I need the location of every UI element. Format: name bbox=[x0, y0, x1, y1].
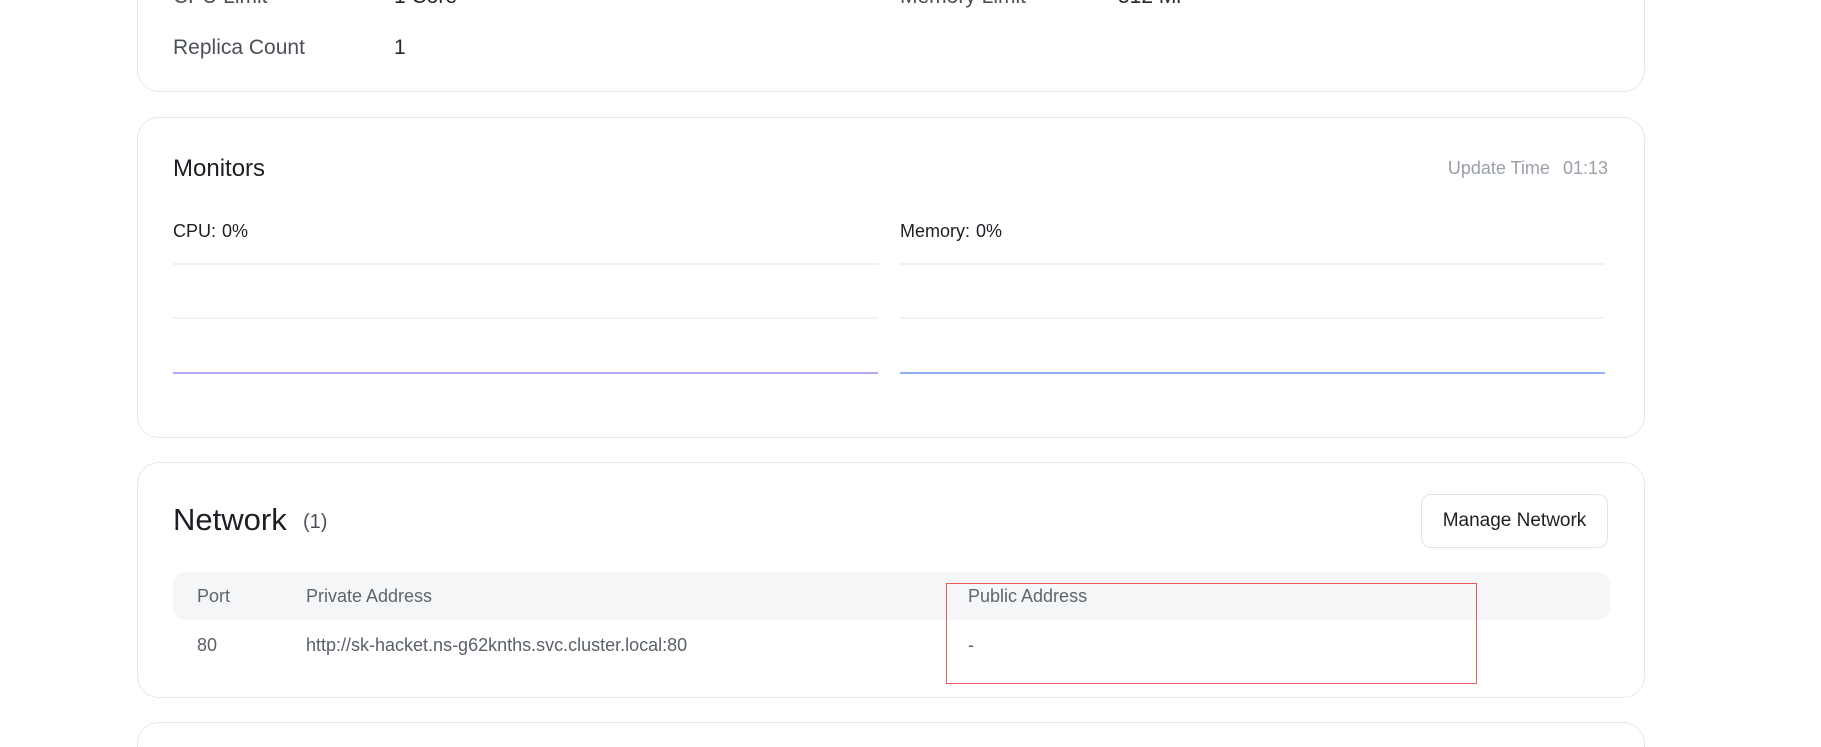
memory-limit-label: Memory Limit bbox=[900, 0, 1026, 9]
cpu-chart-svg bbox=[173, 263, 878, 374]
network-count: (1) bbox=[303, 511, 328, 533]
update-time-label: Update Time bbox=[1447, 158, 1550, 178]
cpu-chart bbox=[173, 263, 878, 375]
network-title: Network bbox=[173, 502, 287, 537]
replica-count-label: Replica Count bbox=[173, 36, 305, 59]
update-time: Update Time 01:13 bbox=[1448, 158, 1608, 179]
memory-metric-label: Memory: 0% bbox=[900, 221, 1002, 242]
column-port: Port bbox=[197, 586, 231, 606]
cpu-label: CPU: bbox=[173, 221, 217, 241]
manage-network-button[interactable]: Manage Network bbox=[1421, 494, 1608, 548]
details-card: CPU Limit 1 Core Memory Limit 512 Mi Rep… bbox=[137, 0, 1645, 92]
memory-chart-svg bbox=[900, 263, 1605, 374]
highlight-box bbox=[946, 583, 1477, 684]
memory-chart bbox=[900, 263, 1605, 375]
cpu-value: 0% bbox=[222, 221, 249, 241]
cpu-metric-label: CPU: 0% bbox=[173, 221, 248, 242]
cpu-limit-label: CPU Limit bbox=[173, 0, 268, 9]
row-port: 80 bbox=[197, 635, 218, 655]
memory-label: Memory: bbox=[900, 221, 971, 241]
monitors-card: Monitors Update Time 01:13 CPU: 0% Memory… bbox=[137, 117, 1645, 438]
replica-count-value: 1 bbox=[394, 36, 406, 59]
monitors-title: Monitors bbox=[173, 155, 266, 182]
memory-limit-value: 512 Mi bbox=[1118, 0, 1181, 9]
memory-value: 0% bbox=[976, 221, 1003, 241]
update-time-value: 01:13 bbox=[1562, 158, 1608, 178]
column-private-address: Private Address bbox=[306, 586, 433, 606]
cpu-limit-value: 1 Core bbox=[394, 0, 457, 9]
next-card bbox=[137, 722, 1645, 747]
row-private-address[interactable]: http://sk-hacket.ns-g62knths.svc.cluster… bbox=[306, 635, 687, 656]
